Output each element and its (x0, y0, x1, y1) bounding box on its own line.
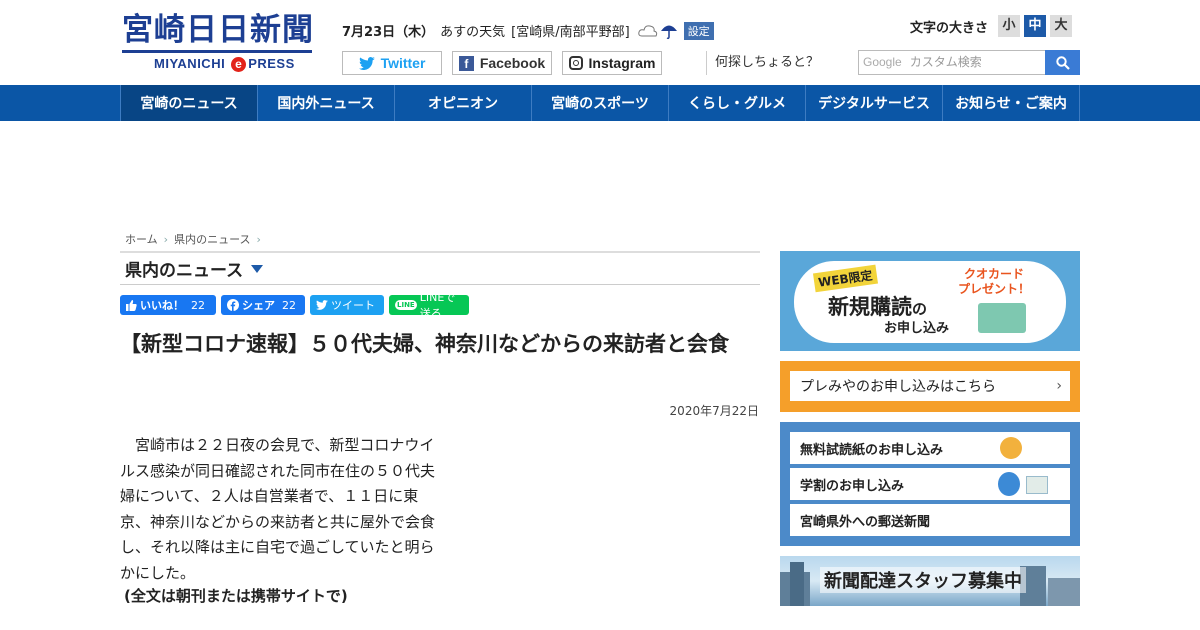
facebook-follow-button[interactable]: f Facebook (452, 51, 552, 75)
banner-main-word: 新規購読 (828, 295, 912, 319)
nav-item-sports[interactable]: 宮崎のスポーツ (532, 85, 669, 121)
weather-label: あすの天気 (440, 25, 506, 40)
search-icon (1055, 55, 1070, 70)
quocard-image (978, 303, 1026, 333)
building-shape (790, 562, 804, 606)
search-prompt: 何探しちょると？ (706, 51, 826, 75)
social-follow-row: Twitter f Facebook Instagram (342, 51, 662, 75)
site-logo[interactable]: 宮崎日日新聞 MIYANICHI e PRESS (122, 12, 314, 72)
nav-item-life-gourmet[interactable]: くらし・グルメ (669, 85, 806, 121)
mascot-bird-icon (998, 472, 1020, 496)
delivery-staff-recruit-banner[interactable]: 新聞配達スタッフ募集中 (780, 556, 1080, 606)
article-note: (全文は朝刊または携帯サイトで) (124, 587, 348, 605)
school-building-icon (1026, 476, 1048, 494)
article-body: 宮崎市は２２日夜の会見で、新型コロナウイルス感染が同日確認された同市在住の５０代… (120, 436, 436, 582)
premiya-label: プレみやのお申し込みはこちら (800, 379, 996, 395)
mail-delivery-label: 宮崎県外への郵送新聞 (800, 514, 931, 530)
quocard-line-2: プレゼント！ (958, 282, 1031, 296)
free-trial-link[interactable]: 無料試読紙のお申し込み (790, 432, 1070, 464)
mascot-icon (1000, 437, 1022, 459)
premiya-banner[interactable]: プレみやのお申し込みはこちら › (780, 361, 1080, 412)
instagram-label: Instagram (588, 55, 656, 71)
free-trial-label: 無料試読紙のお申し込み (800, 442, 944, 458)
font-size-large-button[interactable]: 大 (1050, 15, 1073, 37)
subscription-links-box: 無料試読紙のお申し込み 学割のお申し込み 宮崎県外への郵送新聞 (780, 422, 1080, 546)
font-size-medium-button[interactable]: 中 (1024, 15, 1047, 37)
like-label: いいね！ (140, 299, 184, 312)
nav-item-opinion[interactable]: オピニオン (395, 85, 532, 121)
recruit-label: 新聞配達スタッフ募集中 (820, 567, 1026, 593)
weather-settings-button[interactable]: 設定 (683, 21, 714, 40)
search-input[interactable]: Google カスタム検索 (858, 50, 1046, 75)
font-size-control: 文字の大きさ 小 中 大 (910, 15, 1073, 37)
article-date: 2020年7月22日 (669, 404, 759, 418)
current-date: 7月23日（木） (342, 25, 435, 40)
cloud-icon (638, 24, 657, 36)
main-nav: 宮崎のニュース 国内外ニュース オピニオン 宮崎のスポーツ くらし・グルメ デジ… (0, 85, 1200, 121)
premiya-link[interactable]: プレみやのお申し込みはこちら › (790, 371, 1070, 401)
facebook-icon: f (458, 55, 474, 71)
instagram-follow-button[interactable]: Instagram (562, 51, 662, 75)
breadcrumb-home[interactable]: ホーム (125, 231, 158, 247)
banner-main-particle: の (912, 300, 928, 318)
tweet-label: ツイート (331, 299, 375, 312)
facebook-share-button[interactable]: シェア 22 (221, 295, 305, 315)
font-size-small-button[interactable]: 小 (998, 15, 1021, 37)
weather-region[interactable]: [宮崎県/南部平野部] (511, 21, 630, 40)
date-weather-bar: 7月23日（木） あすの天気 [宮崎県/南部平野部] 設定 (342, 21, 714, 40)
logo-sub-right: PRESS (248, 56, 295, 71)
twitter-label: Twitter (380, 55, 426, 71)
logo-sub-left: MIYANICHI (154, 56, 226, 71)
logo-title: 宮崎日日新聞 (122, 12, 314, 48)
student-discount-label: 学割のお申し込み (800, 478, 905, 494)
nav-item-miyazaki-news[interactable]: 宮崎のニュース (120, 85, 258, 121)
e-press-icon: e (231, 57, 247, 72)
line-share-button[interactable]: LINE LINEで送る (389, 291, 469, 320)
facebook-circle-icon (227, 299, 239, 311)
tweet-button[interactable]: ツイート (310, 295, 384, 315)
weather-icons (638, 22, 678, 40)
nav-item-info[interactable]: お知らせ・ご案内 (943, 85, 1080, 121)
section-title: 県内のニュース (125, 261, 244, 281)
facebook-like-button[interactable]: いいね！ 22 (120, 295, 216, 315)
nav-item-digital-services[interactable]: デジタルサービス (806, 85, 943, 121)
twitter-bird-icon (358, 56, 375, 70)
article-headline: 【新型コロナ速報】５０代夫婦、神奈川などからの来訪者と会食 (120, 332, 729, 356)
section-header[interactable]: 県内のニュース (120, 251, 760, 285)
font-size-label: 文字の大きさ (910, 20, 989, 36)
chevron-right-icon: › (163, 232, 169, 246)
chevron-right-icon: › (256, 232, 261, 246)
caret-down-icon (251, 264, 264, 273)
logo-subtitle: MIYANICHI e PRESS (122, 56, 314, 72)
share-bar: いいね！ 22 シェア 22 ツイート LINE LINEで送る (120, 291, 469, 320)
logo-rule (122, 50, 312, 53)
new-subscription-banner[interactable]: WEB限定 新規購読の お申し込み クオカード プレゼント！ (780, 251, 1080, 351)
quocard-line-1: クオカード (964, 267, 1025, 281)
like-count: 22 (191, 298, 205, 312)
search-button[interactable] (1045, 50, 1080, 75)
chevron-right-icon: › (1056, 378, 1062, 394)
instagram-icon (568, 56, 583, 70)
thumbs-up-icon (126, 299, 137, 311)
line-label: LINEで送る (419, 291, 456, 320)
nav-items: 宮崎のニュース 国内外ニュース オピニオン 宮崎のスポーツ くらし・グルメ デジ… (120, 85, 1080, 121)
mail-delivery-link[interactable]: 宮崎県外への郵送新聞 (790, 504, 1070, 536)
facebook-label: Facebook (479, 55, 546, 71)
search-placeholder: カスタム検索 (909, 55, 982, 69)
fb-share-count: 22 (282, 298, 296, 312)
fb-share-label: シェア (242, 299, 275, 312)
google-label: Google (863, 55, 902, 69)
breadcrumb-section[interactable]: 県内のニュース (174, 231, 250, 247)
banner-sub-text: お申し込み (884, 321, 950, 336)
building-shape (1048, 578, 1080, 606)
student-discount-link[interactable]: 学割のお申し込み (790, 468, 1070, 500)
umbrella-icon (660, 25, 677, 39)
quocard-present-text: クオカード プレゼント！ (958, 267, 1030, 297)
breadcrumb: ホーム › 県内のニュース › (125, 231, 261, 247)
twitter-bird-icon (316, 300, 328, 310)
line-icon: LINE (395, 300, 417, 310)
page: 宮崎日日新聞 MIYANICHI e PRESS 7月23日（木） あすの天気 [宮… (0, 0, 1200, 630)
nav-item-national-news[interactable]: 国内外ニュース (258, 85, 395, 121)
twitter-follow-button[interactable]: Twitter (342, 51, 442, 75)
